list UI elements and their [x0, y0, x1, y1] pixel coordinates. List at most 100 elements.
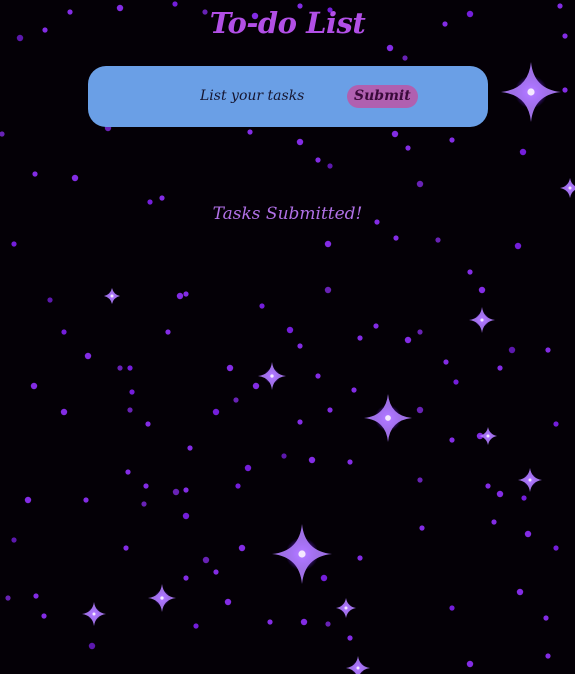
star-dot	[516, 588, 524, 596]
star-dot	[391, 130, 399, 138]
star-dot	[212, 408, 220, 416]
star-dot	[297, 419, 303, 425]
star-dot	[30, 382, 38, 390]
status-message: Tasks Submitted!	[212, 204, 363, 224]
star-dot	[373, 323, 379, 329]
star-dot	[524, 530, 532, 538]
star-dot	[519, 148, 527, 156]
star-dot	[117, 365, 123, 371]
star-dot	[496, 490, 504, 498]
star-dot	[497, 365, 503, 371]
star-dot	[300, 618, 308, 626]
star-dot	[11, 241, 17, 247]
star-dot	[545, 347, 551, 353]
star-dot	[0, 131, 5, 137]
star-sparkle	[364, 394, 412, 442]
star-dot	[449, 605, 455, 611]
star-dot	[553, 421, 559, 427]
star-dot	[404, 336, 412, 344]
task-form: Submit	[88, 66, 488, 127]
star-sparkle	[346, 656, 370, 674]
star-dot	[521, 495, 527, 501]
star-dot	[165, 329, 171, 335]
star-dot	[259, 303, 265, 309]
star-dot	[47, 297, 53, 303]
star-dot	[41, 613, 47, 619]
star-dot	[453, 379, 459, 385]
star-dot	[386, 44, 394, 52]
task-input[interactable]	[196, 83, 326, 109]
star-dot	[435, 237, 441, 243]
star-dot	[71, 174, 79, 182]
star-dot	[315, 373, 321, 379]
star-dot	[193, 623, 199, 629]
star-dot	[416, 180, 424, 188]
star-dot	[183, 487, 189, 493]
star-dot	[32, 171, 38, 177]
star-dot	[145, 421, 151, 427]
star-dot	[24, 496, 32, 504]
star-sparkle	[336, 598, 356, 618]
star-sparkle	[104, 288, 120, 304]
star-dot	[543, 615, 549, 621]
star-dot	[449, 437, 455, 443]
star-dot	[296, 138, 304, 146]
star-dot	[485, 483, 491, 489]
star-dot	[327, 407, 333, 413]
star-dot	[416, 406, 424, 414]
star-dot	[202, 556, 210, 564]
star-dot	[127, 365, 133, 371]
star-dot	[443, 359, 449, 365]
star-dot	[183, 291, 189, 297]
star-dot	[11, 537, 17, 543]
star-sparkle	[560, 178, 575, 198]
page-title: To-do List	[209, 6, 366, 40]
star-dot	[238, 544, 246, 552]
star-dot	[324, 286, 332, 294]
star-dot	[247, 129, 253, 135]
star-dot	[553, 545, 559, 551]
star-dot	[224, 598, 232, 606]
star-dot	[172, 488, 180, 496]
star-sparkle	[501, 62, 561, 122]
star-dot	[267, 619, 273, 625]
star-dot	[514, 242, 522, 250]
star-dot	[143, 483, 149, 489]
star-dot	[327, 163, 333, 169]
star-dot	[281, 453, 287, 459]
star-sparkle	[148, 584, 176, 612]
star-dot	[125, 469, 131, 475]
star-dot	[141, 501, 147, 507]
star-sparkle	[82, 602, 106, 626]
star-dot	[84, 352, 92, 360]
submit-button[interactable]: Submit	[347, 85, 418, 108]
star-dot	[320, 574, 328, 582]
star-dot	[176, 292, 184, 300]
star-sparkle	[518, 468, 542, 492]
star-dot	[357, 555, 363, 561]
star-dot	[33, 593, 39, 599]
star-dot	[244, 464, 252, 472]
star-dot	[562, 87, 568, 93]
star-dot	[405, 145, 411, 151]
star-dot	[478, 286, 486, 294]
star-dot	[297, 343, 303, 349]
star-dot	[325, 621, 331, 627]
star-dot	[324, 240, 332, 248]
star-dot	[182, 512, 190, 520]
star-dot	[187, 445, 193, 451]
star-dot	[466, 660, 474, 668]
star-dot	[393, 235, 399, 241]
star-dot	[402, 55, 408, 61]
star-dot	[159, 195, 165, 201]
star-dot	[417, 329, 423, 335]
star-sparkle	[258, 362, 286, 390]
star-dot	[286, 326, 294, 334]
star-dot	[88, 642, 96, 650]
star-dot	[308, 456, 316, 464]
star-dot	[357, 335, 363, 341]
star-dot	[127, 407, 133, 413]
star-dot	[419, 525, 425, 531]
star-sparkle	[479, 427, 497, 445]
star-dot	[61, 329, 67, 335]
